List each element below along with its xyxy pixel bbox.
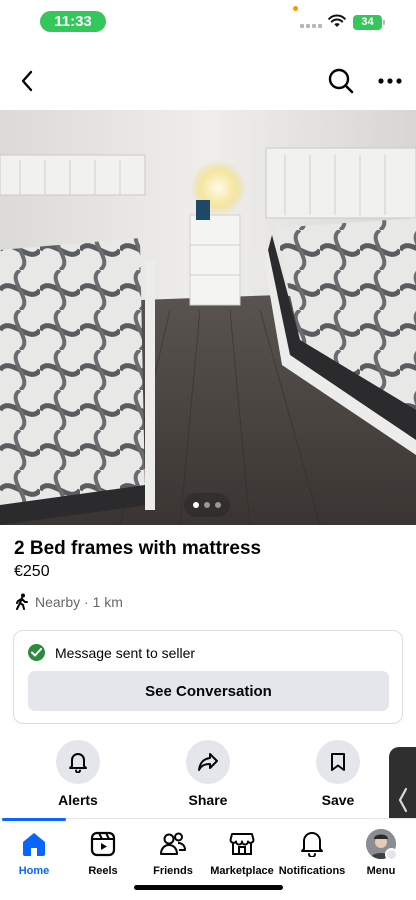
alerts-label: Alerts bbox=[58, 792, 98, 808]
message-status-row: Message sent to seller bbox=[28, 644, 195, 661]
save-button[interactable] bbox=[316, 740, 360, 784]
see-conversation-button[interactable]: See Conversation bbox=[28, 671, 389, 711]
search-button[interactable] bbox=[324, 64, 358, 98]
battery-indicator: 34 bbox=[353, 15, 385, 30]
tab-notifications-label: Notifications bbox=[278, 865, 346, 877]
tab-home-label: Home bbox=[18, 865, 50, 877]
bell-icon bbox=[301, 832, 323, 857]
status-bar: 11:33 34 bbox=[0, 0, 416, 44]
tab-home[interactable]: Home bbox=[0, 829, 69, 877]
tab-marketplace-label: Marketplace bbox=[210, 865, 274, 877]
photo-dot-3[interactable] bbox=[215, 502, 221, 508]
search-icon bbox=[328, 68, 354, 94]
listing-location: Nearby · 1 km bbox=[14, 593, 123, 610]
tab-reels[interactable]: Reels bbox=[68, 829, 138, 877]
save-action[interactable]: Save bbox=[293, 740, 383, 808]
menu-badge bbox=[385, 848, 398, 861]
reels-icon bbox=[90, 831, 116, 857]
more-horizontal-icon bbox=[378, 78, 402, 84]
chevron-left-icon bbox=[398, 787, 407, 813]
listing-price: €250 bbox=[14, 563, 50, 580]
back-button[interactable] bbox=[12, 66, 42, 96]
active-tab-indicator bbox=[2, 818, 66, 821]
listing-photo[interactable] bbox=[0, 110, 416, 525]
share-label: Share bbox=[188, 792, 228, 808]
photo-dot-2[interactable] bbox=[204, 502, 210, 508]
share-arrow-icon bbox=[198, 753, 218, 771]
chevron-left-icon bbox=[21, 70, 33, 92]
message-status-card: Message sent to seller See Conversation bbox=[13, 630, 403, 724]
listing-title: 2 Bed frames with mattress bbox=[14, 538, 262, 559]
listing-actions: Alerts Share Save bbox=[0, 740, 416, 812]
location-text: Nearby · 1 km bbox=[35, 593, 123, 610]
alerts-action[interactable]: Alerts bbox=[33, 740, 123, 808]
alerts-button[interactable] bbox=[56, 740, 100, 784]
tab-notifications[interactable]: Notifications bbox=[277, 829, 347, 877]
share-button[interactable] bbox=[186, 740, 230, 784]
tab-friends-label: Friends bbox=[153, 865, 193, 877]
more-options-button[interactable] bbox=[374, 66, 406, 96]
top-nav bbox=[0, 58, 416, 104]
home-icon bbox=[23, 833, 45, 856]
photo-dot-1[interactable] bbox=[193, 502, 199, 508]
status-time: 11:33 bbox=[40, 11, 106, 32]
bookmark-icon bbox=[331, 753, 345, 771]
share-action[interactable]: Share bbox=[163, 740, 253, 808]
photo-pagination-dots[interactable] bbox=[184, 493, 230, 517]
bell-icon bbox=[69, 753, 87, 773]
message-status-text: Message sent to seller bbox=[55, 644, 196, 661]
wifi-icon bbox=[328, 14, 346, 27]
save-label: Save bbox=[321, 792, 355, 808]
cellular-signal-icon bbox=[300, 18, 322, 28]
tab-reels-label: Reels bbox=[88, 865, 118, 877]
privacy-indicator-dot bbox=[293, 6, 298, 11]
walking-person-icon bbox=[16, 593, 28, 610]
tab-friends[interactable]: Friends bbox=[138, 829, 208, 877]
tab-menu-label: Menu bbox=[366, 865, 396, 877]
friends-icon bbox=[160, 832, 186, 855]
tab-menu[interactable]: Menu bbox=[346, 829, 416, 877]
tab-marketplace[interactable]: Marketplace bbox=[207, 829, 277, 877]
home-indicator bbox=[134, 885, 283, 890]
checkmark-circle-icon bbox=[28, 644, 45, 661]
marketplace-icon bbox=[229, 833, 255, 855]
